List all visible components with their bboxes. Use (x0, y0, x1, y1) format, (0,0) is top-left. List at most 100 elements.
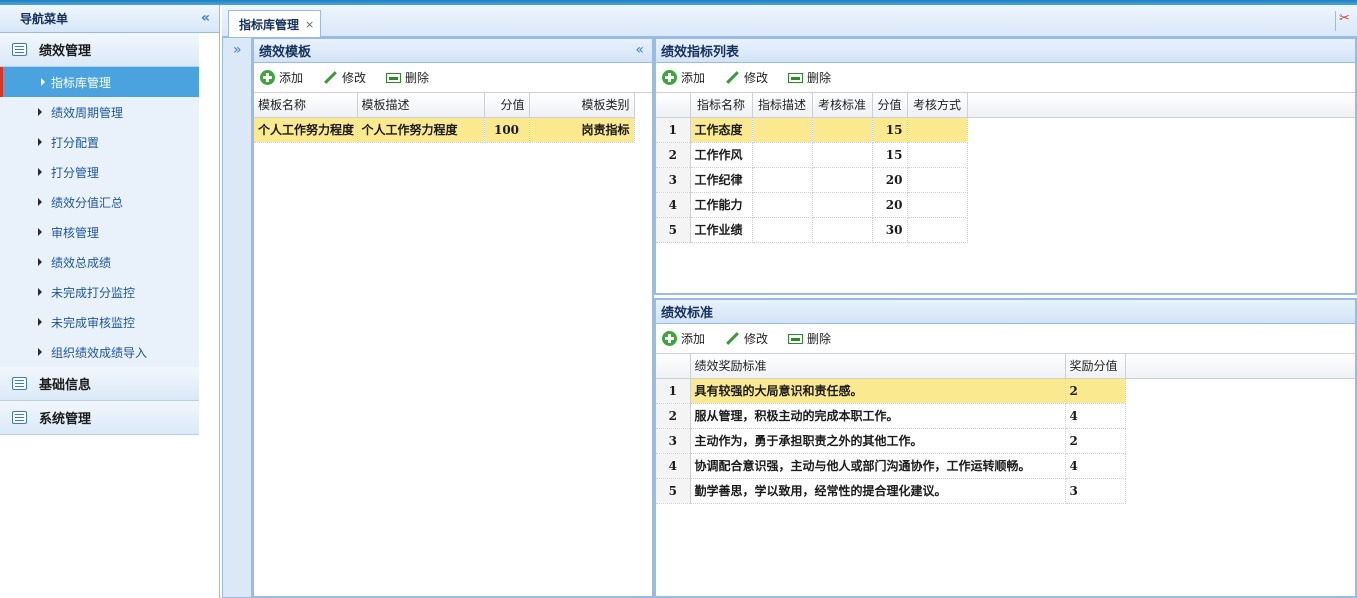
column-header[interactable]: 指标名称 (690, 93, 753, 118)
row-number: 4 (656, 453, 691, 479)
table-row[interactable]: 个人工作努力程度 个人工作努力程度 100 岗责指标 (254, 117, 635, 143)
column-header[interactable]: 绩效奖励标准 (690, 354, 1066, 379)
sidebar-item-score-manage[interactable]: 打分管理 (0, 157, 199, 187)
triangle-right-icon (38, 138, 42, 146)
column-header[interactable]: 模板名称 (254, 93, 358, 118)
template-grid: 模板名称 模板描述 分值 模板类别 个人工作努力程度 个人工作努力程度 100 … (254, 93, 635, 143)
sidebar-item-org-import[interactable]: 组织绩效成绩导入 (0, 337, 199, 367)
minus-icon (386, 73, 402, 83)
nav-group-performance: 绩效管理 指标库管理 绩效周期管理 打分配置 打分管理 绩效分值汇总 审核管理 … (0, 33, 199, 367)
nav-group-basic-info: 基础信息 (0, 367, 199, 401)
list-icon (12, 377, 27, 390)
table-row[interactable]: 3 工作纪律 20 (656, 167, 1355, 193)
nav-group-label: 基础信息 (39, 378, 92, 393)
column-header[interactable]: 指标描述 (752, 93, 813, 118)
indicator-score-cell: 30 (872, 217, 908, 243)
sidebar-item-total-score[interactable]: 绩效总成绩 (0, 247, 199, 277)
add-button[interactable]: 添加 (662, 69, 705, 86)
tab-indicator-library[interactable]: 指标库管理 × (228, 10, 322, 37)
nav-group-title[interactable]: 基础信息 (0, 367, 199, 401)
column-header[interactable]: 分值 (484, 93, 530, 118)
sidebar-item-label: 绩效周期管理 (51, 105, 124, 120)
table-row[interactable]: 3 主动作为，勇于承担职责之外的其他工作。 2 (656, 428, 1355, 454)
toolbar: 添加 修改 删除 (656, 324, 1355, 354)
column-header[interactable]: 模板类别 (529, 93, 635, 118)
tab-label: 指标库管理 (239, 17, 300, 32)
expand-icon[interactable]: » (233, 42, 242, 58)
standard-score-cell: 2 (1065, 428, 1126, 454)
indicator-score-cell: 15 (872, 117, 908, 143)
list-icon (12, 43, 27, 56)
indicator-name-cell: 工作作风 (690, 142, 753, 168)
column-header[interactable]: 模板描述 (357, 93, 485, 118)
filler-cell (1125, 453, 1355, 478)
column-header[interactable]: 分值 (872, 93, 908, 118)
indicator-name-cell: 工作业绩 (690, 217, 753, 243)
triangle-right-icon (38, 168, 42, 176)
tab-bar: 指标库管理 × ✂ (222, 5, 1357, 37)
table-row[interactable]: 2 工作作风 15 (656, 142, 1355, 168)
indicator-method-cell (907, 167, 968, 193)
table-row[interactable]: 4 协调配合意识强，主动与他人或部门沟通协作，工作运转顺畅。 4 (656, 453, 1355, 479)
column-header[interactable]: 考核标准 (812, 93, 873, 118)
grid-header-row: 指标名称 指标描述 考核标准 分值 考核方式 (656, 93, 1355, 118)
column-header[interactable]: 奖励分值 (1065, 354, 1126, 379)
table-row[interactable]: 5 工作业绩 30 (656, 217, 1355, 243)
delete-button[interactable]: 删除 (386, 69, 429, 86)
nav-group-title[interactable]: 系统管理 (0, 401, 199, 435)
column-header[interactable]: 考核方式 (907, 93, 968, 118)
panel-title-text: 绩效模板 (259, 45, 312, 60)
nav-group-title[interactable]: 绩效管理 (0, 33, 199, 67)
indicator-standard-cell (812, 142, 873, 168)
indicator-desc-cell (752, 217, 813, 243)
table-row[interactable]: 4 工作能力 20 (656, 192, 1355, 218)
triangle-right-icon (38, 288, 42, 296)
indicator-desc-cell (752, 167, 813, 193)
filler-cell (967, 192, 1355, 217)
table-row[interactable]: 5 勤学善思，学以致用，经常性的提合理化建议。 3 (656, 478, 1355, 504)
edit-button[interactable]: 修改 (725, 69, 768, 86)
collapse-sidebar-icon[interactable]: « (201, 10, 210, 26)
sidebar-item-period[interactable]: 绩效周期管理 (0, 97, 199, 127)
nav-group-label: 系统管理 (39, 412, 92, 427)
indicator-name-cell: 工作纪律 (690, 167, 753, 193)
panel-title-text: 绩效标准 (661, 306, 714, 321)
triangle-right-icon (38, 198, 42, 206)
sidebar-item-indicator-library[interactable]: 指标库管理 (0, 67, 199, 97)
add-icon (662, 331, 677, 346)
panel-title: 绩效指标列表 (656, 39, 1355, 63)
sidebar-item-review[interactable]: 审核管理 (0, 217, 199, 247)
sidebar-item-unreviewed-monitor[interactable]: 未完成审核监控 (0, 307, 199, 337)
row-number: 3 (656, 428, 691, 454)
sidebar-item-score-config[interactable]: 打分配置 (0, 127, 199, 157)
add-button[interactable]: 添加 (662, 330, 705, 347)
close-icon[interactable]: × (305, 18, 314, 31)
indicator-standard-cell (812, 217, 873, 243)
indicator-score-cell: 20 (872, 167, 908, 193)
template-score-cell: 100 (484, 117, 530, 143)
sidebar: 导航菜单 « 绩效管理 指标库管理 绩效周期管理 打分配置 打分管理 绩效分值汇… (0, 5, 220, 598)
delete-button[interactable]: 删除 (788, 69, 831, 86)
standard-text-cell: 勤学善思，学以致用，经常性的提合理化建议。 (690, 478, 1066, 504)
grid-header-row: 模板名称 模板描述 分值 模板类别 (254, 93, 635, 118)
sidebar-item-label: 审核管理 (51, 225, 100, 240)
sidebar-item-score-summary[interactable]: 绩效分值汇总 (0, 187, 199, 217)
tools-icon[interactable]: ✂ (1335, 11, 1353, 31)
table-row[interactable]: 1 具有较强的大局意识和责任感。 2 (656, 378, 1355, 404)
delete-button[interactable]: 删除 (788, 330, 831, 347)
row-number: 2 (656, 403, 691, 429)
filler-cell (1125, 403, 1355, 428)
edit-button[interactable]: 修改 (725, 330, 768, 347)
indicator-standard-cell (812, 117, 873, 143)
pencil-icon (725, 70, 740, 85)
collapse-panel-icon[interactable]: « (635, 42, 644, 58)
edit-button[interactable]: 修改 (323, 69, 366, 86)
table-row[interactable]: 1 工作态度 15 (656, 117, 1355, 143)
add-button[interactable]: 添加 (260, 69, 303, 86)
sidebar-item-label: 打分配置 (51, 135, 100, 150)
sidebar-item-label: 指标库管理 (51, 75, 112, 90)
sidebar-item-unscored-monitor[interactable]: 未完成打分监控 (0, 277, 199, 307)
row-number: 5 (656, 478, 691, 504)
template-name-cell: 个人工作努力程度 (254, 117, 358, 143)
table-row[interactable]: 2 服从管理，积极主动的完成本职工作。 4 (656, 403, 1355, 429)
